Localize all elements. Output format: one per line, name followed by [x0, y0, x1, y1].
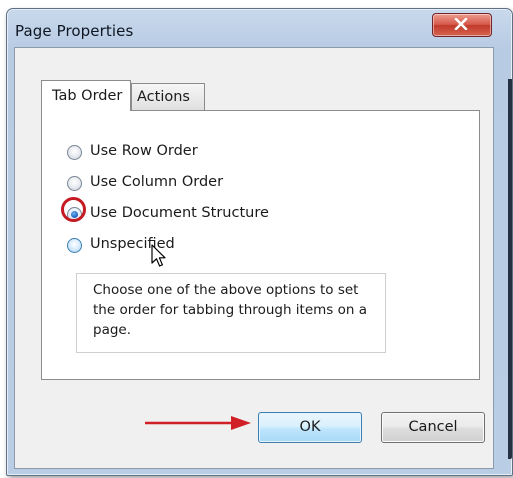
- tab-actions[interactable]: Actions: [131, 83, 205, 110]
- mouse-pointer-icon: [151, 244, 166, 267]
- close-x-icon: [454, 18, 468, 30]
- description-box: Choose one of the above options to set t…: [76, 273, 386, 353]
- radio-circle[interactable]: [67, 176, 82, 191]
- tab-actions-label: Actions: [137, 89, 190, 105]
- radio-circle[interactable]: [67, 145, 82, 160]
- description-text: Choose one of the above options to set t…: [93, 282, 368, 338]
- tab-tab-order-label: Tab Order: [52, 88, 123, 104]
- dialog-window: Page Properties Tab Order Actions Use Ro…: [6, 8, 513, 476]
- dialog-client-area: Tab Order Actions Use Row Order Use Colu…: [14, 47, 494, 469]
- tab-tab-order[interactable]: Tab Order: [41, 80, 131, 111]
- radio-label: Use Column Order: [90, 174, 224, 190]
- cancel-button[interactable]: Cancel: [381, 412, 485, 443]
- red-arrow-annotation: [145, 416, 251, 430]
- radio-circle-hover[interactable]: [67, 238, 82, 253]
- radio-label: Use Row Order: [90, 143, 198, 159]
- ok-button[interactable]: OK: [258, 412, 362, 443]
- close-button[interactable]: [432, 13, 492, 37]
- window-edge-shadow: [508, 79, 512, 459]
- dialog-title: Page Properties: [15, 22, 134, 40]
- tab-order-panel: Use Row Order Use Column Order Use Docum…: [41, 110, 480, 380]
- radio-label: Use Document Structure: [90, 205, 269, 221]
- highlight-ring-annotation: [61, 197, 86, 222]
